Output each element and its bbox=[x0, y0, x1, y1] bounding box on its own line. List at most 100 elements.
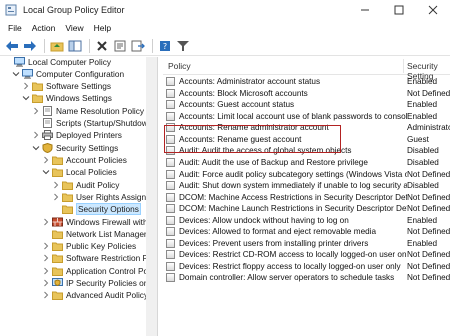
expand-chevron-icon[interactable] bbox=[42, 155, 50, 165]
tree-node[interactable]: Network List Manager Policies bbox=[42, 228, 157, 240]
security-setting-value: Not Defined bbox=[407, 204, 450, 214]
expand-chevron-icon[interactable] bbox=[42, 278, 50, 288]
policy-row[interactable]: Accounts: Rename administrator account Ad… bbox=[163, 122, 450, 133]
tree-node-label: Deployed Printers bbox=[56, 130, 122, 140]
tree-node-label: Account Policies bbox=[66, 155, 127, 165]
expand-chevron-icon[interactable] bbox=[52, 192, 60, 202]
policy-name: Devices: Restrict floppy access to local… bbox=[179, 261, 401, 271]
policy-row[interactable]: Audit: Shut down system immediately if u… bbox=[163, 180, 450, 191]
forward-button[interactable] bbox=[22, 38, 38, 54]
minimize-button[interactable] bbox=[348, 0, 382, 20]
expand-chevron-icon[interactable] bbox=[42, 241, 50, 251]
ipsec-icon bbox=[52, 278, 63, 288]
properties-button[interactable] bbox=[112, 38, 128, 54]
policy-row[interactable]: DCOM: Machine Launch Restrictions in Sec… bbox=[163, 203, 450, 214]
collapse-chevron-icon[interactable] bbox=[12, 69, 20, 79]
tree-node[interactable]: Scripts (Startup/Shutdown) bbox=[32, 117, 155, 129]
tree-node-label: Public Key Policies bbox=[66, 241, 137, 251]
menu-help[interactable]: Help bbox=[89, 23, 116, 33]
policy-row[interactable]: Audit: Audit the use of Backup and Resto… bbox=[163, 157, 450, 168]
tree-node[interactable]: Account Policies bbox=[42, 154, 127, 166]
maximize-button[interactable] bbox=[382, 0, 416, 20]
policy-row[interactable]: Accounts: Guest account status Enabled bbox=[163, 99, 450, 110]
tree-node[interactable]: Computer Configuration bbox=[12, 68, 124, 80]
tree-node-label: Security Options bbox=[76, 203, 141, 215]
tree-node[interactable]: Local Computer Policy bbox=[4, 57, 111, 68]
filter-button[interactable] bbox=[175, 38, 191, 54]
tree-node[interactable]: Local Policies bbox=[42, 166, 117, 178]
show-hide-tree-button[interactable] bbox=[67, 38, 83, 54]
tree-node[interactable]: Audit Policy bbox=[52, 179, 119, 191]
policy-row[interactable]: Accounts: Administrator account status En… bbox=[163, 76, 450, 87]
tree-node[interactable]: Security Options bbox=[52, 203, 141, 215]
menu-file[interactable]: File bbox=[3, 23, 27, 33]
policy-row[interactable]: Devices: Restrict floppy access to local… bbox=[163, 261, 450, 272]
expand-chevron-icon[interactable] bbox=[32, 130, 40, 140]
policy-row[interactable]: Domain controller: Allow server operator… bbox=[163, 272, 450, 283]
expand-chevron-icon[interactable] bbox=[42, 290, 50, 300]
maximize-icon bbox=[394, 5, 404, 15]
tree-node[interactable]: Name Resolution Policy bbox=[32, 105, 144, 117]
policy-row[interactable]: Devices: Allow undock without having to … bbox=[163, 215, 450, 226]
policy-row[interactable]: Accounts: Limit local account use of bla… bbox=[163, 111, 450, 122]
expand-chevron-icon[interactable] bbox=[42, 217, 50, 227]
tree-node[interactable]: Software Settings bbox=[22, 80, 111, 92]
expand-chevron-icon[interactable] bbox=[22, 81, 30, 91]
policy-name: Accounts: Block Microsoft accounts bbox=[179, 88, 308, 98]
policy-setting-icon bbox=[166, 100, 175, 110]
expand-chevron-icon[interactable] bbox=[32, 106, 40, 116]
policy-row[interactable]: Accounts: Rename guest account Guest bbox=[163, 134, 450, 145]
collapse-chevron-icon[interactable] bbox=[22, 93, 30, 103]
back-button[interactable] bbox=[4, 38, 20, 54]
tree-node-label: Name Resolution Policy bbox=[56, 106, 145, 116]
up-one-level-button[interactable] bbox=[49, 38, 65, 54]
export-list-button[interactable] bbox=[130, 38, 146, 54]
expand-chevron-icon[interactable] bbox=[42, 266, 50, 276]
close-icon bbox=[428, 5, 438, 15]
policy-name: Accounts: Administrator account status bbox=[179, 77, 321, 87]
policy-list[interactable]: Policy Security Setting Accounts: Admini… bbox=[163, 57, 450, 336]
tree-node[interactable]: Deployed Printers bbox=[32, 129, 122, 141]
column-divider[interactable] bbox=[403, 59, 404, 73]
tree-node[interactable]: Public Key Policies bbox=[42, 240, 136, 252]
svg-text:?: ? bbox=[163, 42, 167, 51]
security-setting-value: Administrator bbox=[407, 123, 450, 133]
column-header-policy[interactable]: Policy bbox=[168, 61, 191, 71]
tree-node[interactable]: Windows Firewall with Advanced Security bbox=[42, 216, 157, 228]
tree-vertical-scrollbar[interactable] bbox=[146, 57, 157, 336]
security-setting-value: Not Defined bbox=[407, 88, 450, 98]
menu-view[interactable]: View bbox=[60, 23, 88, 33]
policy-row[interactable]: Accounts: Block Microsoft accounts Not De… bbox=[163, 88, 450, 99]
tree-node[interactable]: Security Settings bbox=[32, 142, 118, 154]
folder-icon bbox=[62, 180, 73, 190]
policy-setting-icon bbox=[166, 273, 175, 283]
tree-node[interactable]: Advanced Audit Policy Configuration bbox=[42, 289, 157, 301]
policy-row[interactable]: Devices: Restrict CD-ROM access to local… bbox=[163, 249, 450, 260]
policy-row[interactable]: Devices: Allowed to format and eject rem… bbox=[163, 226, 450, 237]
tree-node[interactable]: User Rights Assignment bbox=[52, 191, 157, 203]
policy-row[interactable]: DCOM: Machine Access Restrictions in Sec… bbox=[163, 192, 450, 203]
tree-node[interactable]: Windows Settings bbox=[22, 92, 112, 104]
policy-row[interactable]: Audit: Audit the access of global system… bbox=[163, 145, 450, 156]
policy-setting-icon bbox=[166, 134, 175, 144]
tree-node[interactable]: Application Control Policies bbox=[42, 265, 157, 277]
security-setting-value: Disabled bbox=[407, 181, 439, 191]
delete-button[interactable] bbox=[94, 38, 110, 54]
collapse-chevron-icon[interactable] bbox=[32, 143, 40, 153]
computer-icon bbox=[14, 57, 25, 67]
expand-chevron-icon[interactable] bbox=[42, 253, 50, 263]
console-tree[interactable]: Local Computer Policy Computer Configurat… bbox=[0, 57, 158, 336]
tree-node[interactable]: IP Security Policies on Local Computer bbox=[42, 277, 157, 289]
policy-row[interactable]: Devices: Prevent users from installing p… bbox=[163, 238, 450, 249]
filter-icon bbox=[177, 40, 189, 51]
printer-icon bbox=[42, 130, 53, 140]
collapse-chevron-icon[interactable] bbox=[42, 167, 50, 177]
policy-row[interactable]: Audit: Force audit policy subcategory se… bbox=[163, 168, 450, 179]
policy-setting-icon bbox=[166, 215, 175, 225]
help-button[interactable]: ? bbox=[157, 38, 173, 54]
menu-action[interactable]: Action bbox=[27, 23, 61, 33]
properties-icon bbox=[114, 40, 126, 51]
expand-chevron-icon[interactable] bbox=[52, 180, 60, 190]
close-button[interactable] bbox=[416, 0, 450, 20]
tree-node[interactable]: Software Restriction Policies bbox=[42, 252, 157, 264]
